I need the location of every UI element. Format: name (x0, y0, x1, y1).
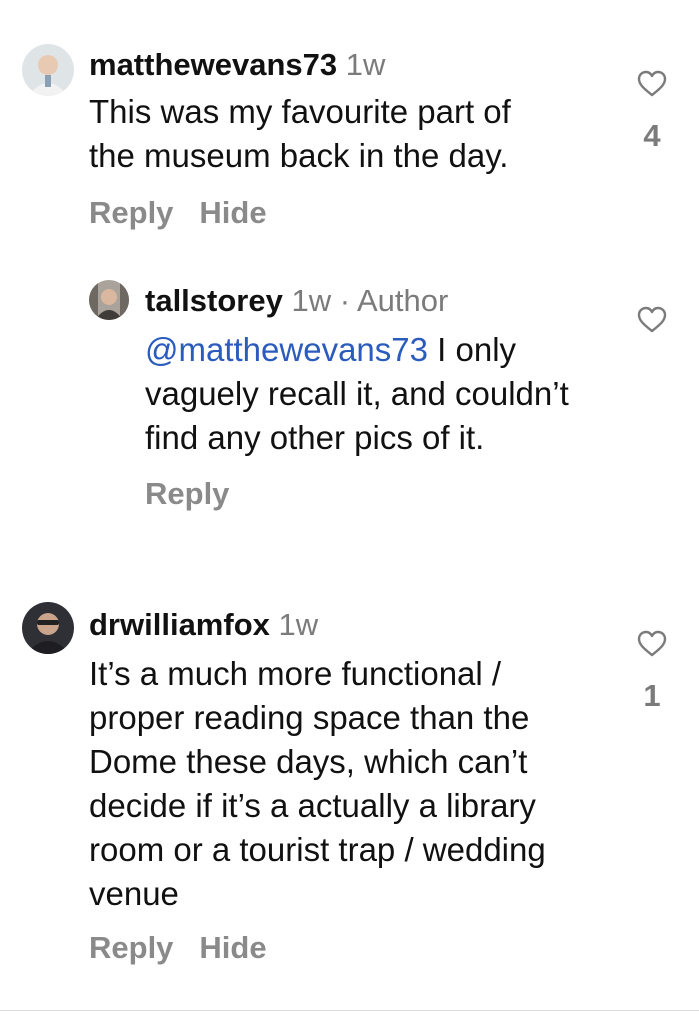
reply-button[interactable]: Reply (89, 928, 173, 968)
comment-text: @matthewevans73 I only vaguely recall it… (145, 328, 665, 460)
comment-text-line: decide if it’s a actually a library (89, 787, 536, 824)
comment-time: 1w (291, 283, 332, 318)
comment-time: 1w (345, 47, 386, 82)
comment-actions: Reply (145, 474, 255, 514)
comment-actions: Reply Hide (89, 193, 293, 233)
comment-text-line: Dome these days, which can’t (89, 743, 528, 780)
comment-text-line: proper reading space than the (89, 699, 530, 736)
hide-button[interactable]: Hide (199, 193, 266, 233)
heart-outline-icon[interactable] (632, 306, 672, 334)
heart-outline-icon[interactable] (632, 630, 672, 658)
comment-header: matthewevans73 1w (89, 46, 385, 84)
reply-button[interactable]: Reply (145, 474, 229, 514)
comment-header: drwilliamfox 1w (89, 606, 318, 644)
comment-text-line: This was my favourite part of (89, 93, 511, 130)
comment-text-fragment: I only (427, 331, 517, 368)
like-count: 4 (643, 118, 661, 153)
comment-text-line: It’s a much more functional / (89, 655, 502, 692)
comment-actions: Reply Hide (89, 928, 293, 968)
reply-button[interactable]: Reply (89, 193, 173, 233)
avatar[interactable] (89, 280, 129, 320)
comment-text: It’s a much more functional / proper rea… (89, 652, 629, 916)
username[interactable]: drwilliamfox (89, 607, 270, 642)
comment-text-line: @matthewevans73 I only (145, 328, 665, 372)
username[interactable]: tallstorey (145, 283, 283, 318)
comment-header: tallstorey 1w · Author (145, 282, 448, 320)
reply-comment: tallstorey 1w · Author @matthewevans73 I… (0, 260, 699, 560)
username[interactable]: matthewevans73 (89, 47, 337, 82)
comment: drwilliamfox 1w It’s a much more functio… (0, 580, 699, 1010)
divider (0, 1010, 699, 1011)
hide-button[interactable]: Hide (199, 928, 266, 968)
comment-text-line: room or a tourist trap / wedding (89, 831, 546, 868)
comment-text: This was my favourite part of the museum… (89, 90, 629, 178)
comment-text-line: vaguely recall it, and couldn’t (145, 375, 569, 412)
heart-outline-icon[interactable] (632, 70, 672, 98)
comment: matthewevans73 1w This was my favourite … (0, 0, 699, 260)
like-count: 1 (643, 678, 661, 713)
mention-link[interactable]: @matthewevans73 (145, 331, 428, 368)
comment-time: 1w (278, 607, 319, 642)
avatar[interactable] (22, 602, 74, 654)
author-tag: · Author (339, 283, 449, 318)
avatar[interactable] (22, 44, 74, 96)
like-control (632, 306, 672, 334)
comment-text-line: find any other pics of it. (145, 419, 485, 456)
comment-text-line: the museum back in the day. (89, 137, 509, 174)
like-control: 1 (632, 630, 672, 714)
like-control: 4 (632, 70, 672, 154)
comment-text-line: venue (89, 875, 179, 912)
